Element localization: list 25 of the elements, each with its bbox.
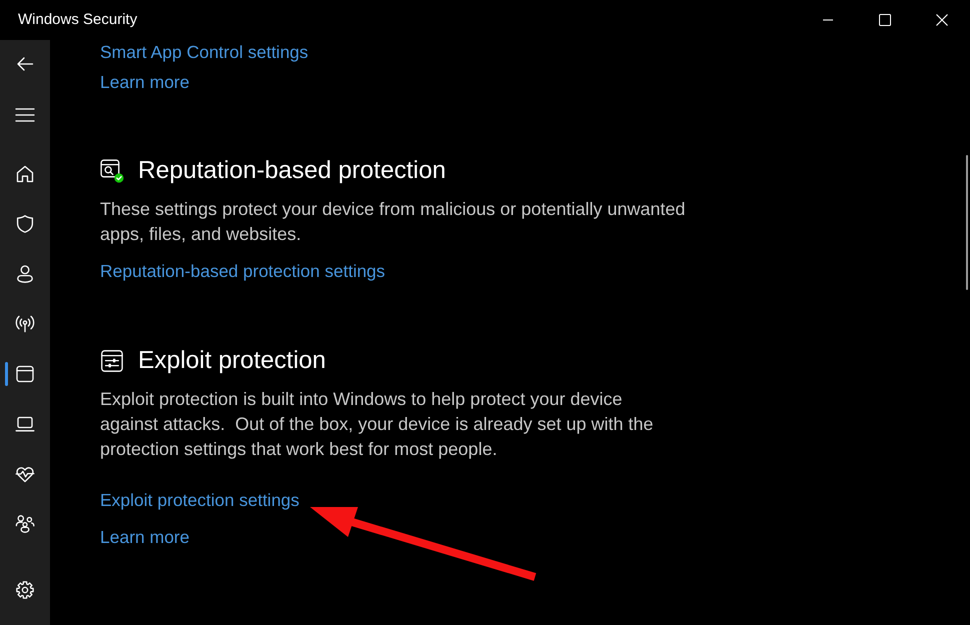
laptop-icon xyxy=(15,414,35,434)
section-description: Exploit protection is built into Windows to help protect your device against attacks. Out of the box, your device is already set up with the protection settings that work best for most people. xyxy=(100,388,654,461)
section-heading: Reputation-based protection xyxy=(138,156,446,186)
app-window-icon xyxy=(15,364,35,384)
home-icon xyxy=(15,164,35,184)
browser-search-icon xyxy=(100,159,124,183)
text-link[interactable]: Reputation-based protection settings xyxy=(100,259,386,283)
section-heading: Exploit protection xyxy=(138,346,326,376)
family-icon xyxy=(15,514,35,534)
text-link[interactable]: Exploit protection settings xyxy=(100,488,300,512)
scrollbar-thumb[interactable] xyxy=(966,155,968,290)
person-icon xyxy=(15,264,35,284)
text-link[interactable]: Learn more xyxy=(100,70,190,94)
minimize-icon xyxy=(822,19,832,21)
heart-pulse-icon xyxy=(15,464,35,484)
maximize-icon xyxy=(878,14,890,26)
text-link[interactable]: Smart App Control settings xyxy=(100,40,308,64)
settings-icon xyxy=(15,580,35,600)
sliders-window-icon xyxy=(100,349,124,373)
shield-icon xyxy=(15,214,35,234)
section-description: These settings protect your device from malicious or potentially unwanted apps, files, and websites. xyxy=(100,198,686,246)
wireless-signal-icon xyxy=(15,314,35,334)
text-link[interactable]: Learn more xyxy=(100,525,190,549)
window-title: Windows Security xyxy=(17,10,138,30)
close-icon xyxy=(936,14,948,26)
